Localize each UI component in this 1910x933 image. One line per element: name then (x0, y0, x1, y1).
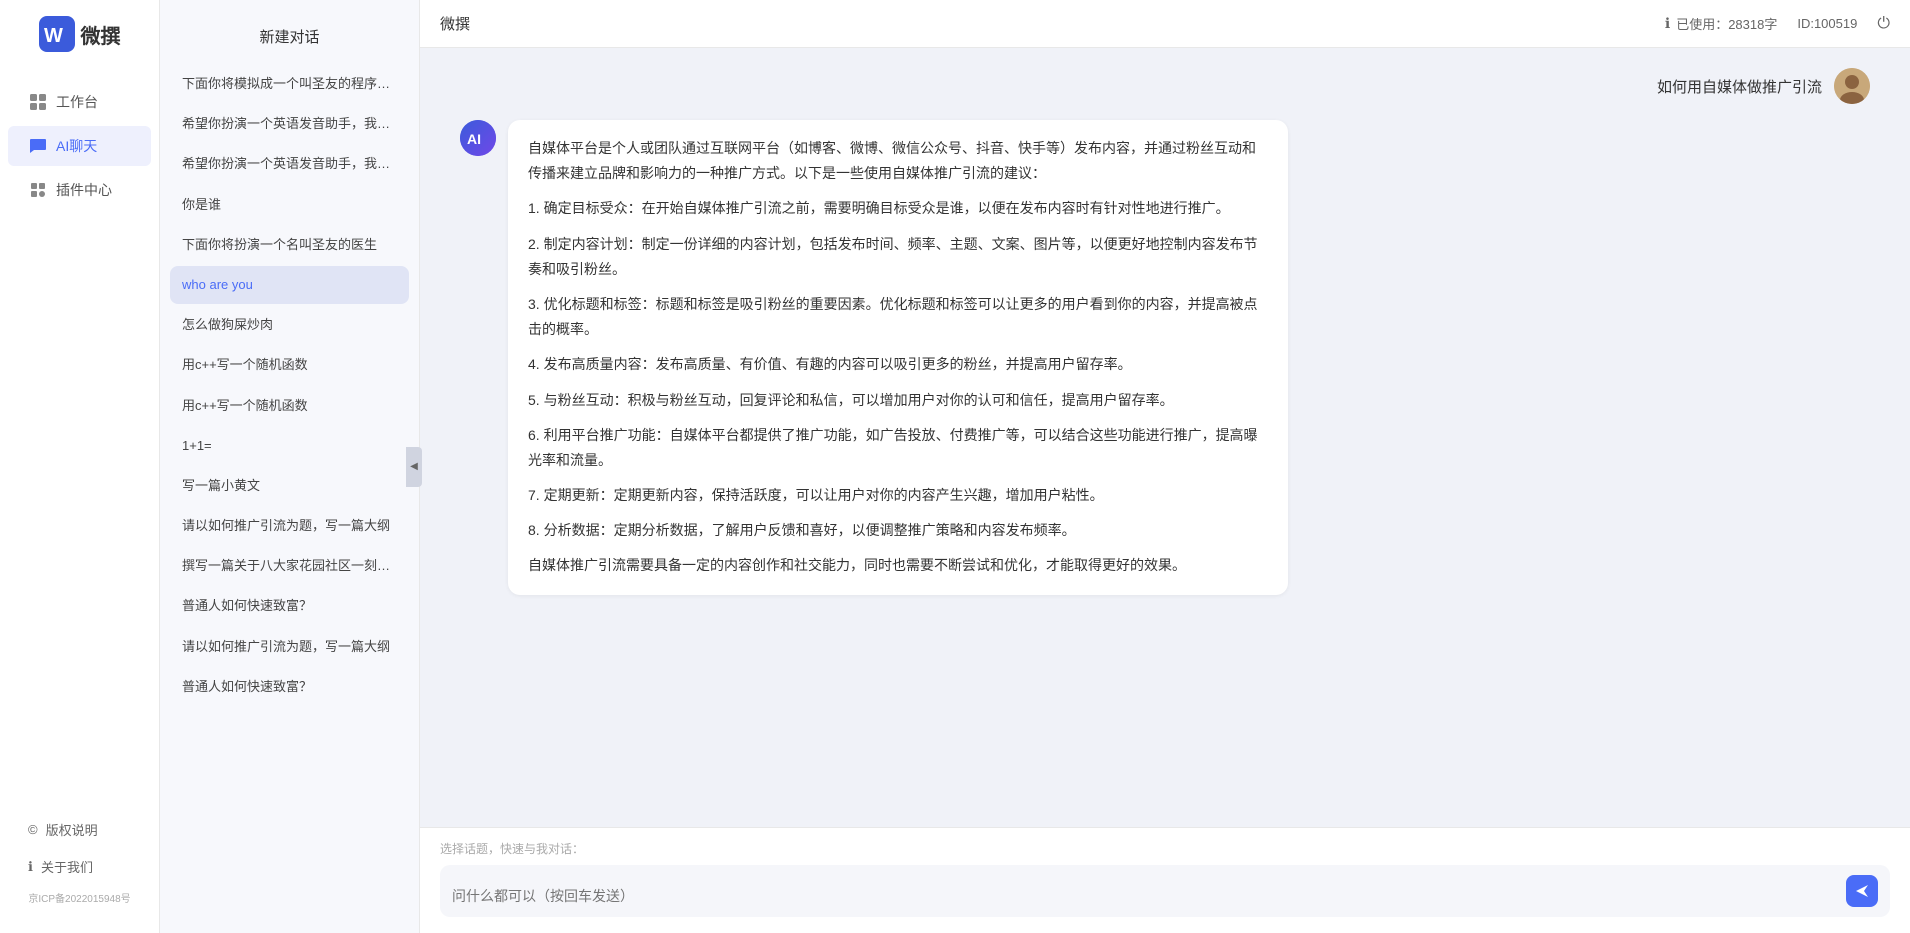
main-area: 微撰 ℹ 已使用：28318字 ID:100519 ⏻ 如何用自媒体做推广引流 (420, 0, 1910, 933)
ai-para-1: 1. 确定目标受众：在开始自媒体推广引流之前，需要明确目标受众是谁，以便在发布内… (528, 196, 1268, 221)
sidebar: W 微撰 工作台 AI聊天 (0, 0, 160, 933)
top-bar: 微撰 ℹ 已使用：28318字 ID:100519 ⏻ (420, 0, 1910, 48)
history-item[interactable]: 你是谁 (170, 186, 409, 224)
history-item[interactable]: 撰写一篇关于八大家花园社区一刻钟便民生... (170, 547, 409, 585)
topbar-right: ℹ 已使用：28318字 ID:100519 ⏻ (1665, 14, 1890, 33)
svg-text:AI: AI (467, 131, 481, 147)
ai-avatar: AI (460, 120, 496, 156)
user-id-label: ID:100519 (1797, 16, 1857, 31)
sidebar-bottom: © 版权说明 ℹ 关于我们 京ICP备2022015948号 (0, 812, 159, 917)
collapse-panel-button[interactable]: ◀ (406, 447, 422, 487)
ai-para-0: 自媒体平台是个人或团队通过互联网平台（如博客、微博、微信公众号、抖音、快手等）发… (528, 136, 1268, 186)
usage-icon: ℹ (1665, 15, 1670, 32)
icp-text: 京ICP备2022015948号 (0, 886, 159, 909)
copyright-label: 版权说明 (46, 820, 98, 839)
history-item[interactable]: 普通人如何快速致富？ (170, 668, 409, 706)
ai-para-8: 8. 分析数据：定期分析数据，了解用户反馈和喜好，以便调整推广策略和内容发布频率… (528, 518, 1268, 543)
copyright-icon: © (28, 822, 38, 837)
sidebar-item-about[interactable]: ℹ 关于我们 (8, 849, 151, 884)
history-item[interactable]: 下面你将模拟成一个叫圣友的程序员，我说... (170, 65, 409, 103)
logout-icon[interactable]: ⏻ (1877, 15, 1890, 33)
ai-message-bubble: 自媒体平台是个人或团队通过互联网平台（如博客、微博、微信公众号、抖音、快手等）发… (508, 120, 1288, 595)
user-question-text: 如何用自媒体做推广引流 (1657, 76, 1822, 97)
sidebar-item-plugin[interactable]: 插件中心 (8, 170, 151, 210)
chat-messages: 如何用自媒体做推广引流 (420, 48, 1910, 827)
about-icon: ℹ (28, 859, 33, 875)
sidebar-item-ai-chat[interactable]: AI聊天 (8, 126, 151, 166)
user-avatar (1834, 68, 1870, 104)
send-icon (1854, 883, 1870, 899)
history-item[interactable]: 请以如何推广引流为题，写一篇大纲 (170, 507, 409, 545)
ai-para-7: 7. 定期更新：定期更新内容，保持活跃度，可以让用户对你的内容产生兴趣，增加用户… (528, 483, 1268, 508)
history-list: 下面你将模拟成一个叫圣友的程序员，我说... 希望你扮演一个英语发音助手，我提供… (160, 65, 419, 933)
ai-para-9: 自媒体推广引流需要具备一定的内容创作和社交能力，同时也需要不断尝试和优化，才能取… (528, 553, 1268, 578)
ai-para-2: 2. 制定内容计划：制定一份详细的内容计划，包括发布时间、频率、主题、文案、图片… (528, 232, 1268, 282)
new-chat-button[interactable]: 新建对话 (247, 20, 331, 53)
input-box (440, 865, 1890, 917)
logo-icon: W (39, 16, 75, 52)
history-item[interactable]: 下面你将扮演一个名叫圣友的医生 (170, 226, 409, 264)
plugin-label: 插件中心 (56, 180, 112, 200)
quick-topics-label: 选择话题，快速与我对话： (440, 840, 1890, 857)
sidebar-item-workbench[interactable]: 工作台 (8, 82, 151, 122)
ai-para-3: 3. 优化标题和标签：标题和标签是吸引粉丝的重要因素。优化标题和标签可以让更多的… (528, 292, 1268, 342)
about-label: 关于我们 (41, 857, 93, 876)
history-item[interactable]: 1+1= (170, 427, 409, 465)
svg-text:W: W (44, 25, 63, 47)
topbar-title: 微撰 (440, 13, 470, 34)
ai-para-5: 5. 与粉丝互动：积极与粉丝互动，回复评论和私信，可以增加用户对你的认可和信任，… (528, 388, 1268, 413)
history-item[interactable]: 普通人如何快速致富？ (170, 587, 409, 625)
ai-para-6: 6. 利用平台推广功能：自媒体平台都提供了推广功能，如广告投放、付费推广等，可以… (528, 423, 1268, 473)
workbench-label: 工作台 (56, 92, 98, 112)
history-item[interactable]: 请以如何推广引流为题，写一篇大纲 (170, 628, 409, 666)
usage-info: ℹ 已使用：28318字 (1665, 14, 1777, 33)
user-message-row: 如何用自媒体做推广引流 (460, 68, 1870, 104)
input-area: 选择话题，快速与我对话： (420, 827, 1910, 933)
usage-label: 已使用：28318字 (1676, 14, 1777, 33)
user-question: 如何用自媒体做推广引流 (1657, 68, 1870, 104)
app-title: 微撰 (81, 20, 121, 49)
history-item[interactable]: 希望你扮演一个英语发音助手，我提供给你... (170, 145, 409, 183)
ai-chat-icon (28, 136, 48, 156)
workbench-icon (28, 92, 48, 112)
nav-items: 工作台 AI聊天 插件中心 (0, 82, 159, 812)
plugin-icon (28, 180, 48, 200)
history-item[interactable]: 用c++写一个随机函数 (170, 387, 409, 425)
history-item[interactable]: 用c++写一个随机函数 (170, 346, 409, 384)
send-button[interactable] (1846, 875, 1878, 907)
history-item[interactable]: 希望你扮演一个英语发音助手，我提供给你... (170, 105, 409, 143)
history-item-active[interactable]: who are you (170, 266, 409, 304)
chat-input[interactable] (452, 886, 1838, 907)
logo-area: W 微撰 (29, 16, 131, 52)
ai-message-row: AI 自媒体平台是个人或团队通过互联网平台（如博客、微博、微信公众号、抖音、快手… (460, 120, 1870, 595)
history-item[interactable]: 怎么做狗屎炒肉 (170, 306, 409, 344)
sidebar-item-copyright[interactable]: © 版权说明 (8, 812, 151, 847)
chat-history-panel: 新建对话 下面你将模拟成一个叫圣友的程序员，我说... 希望你扮演一个英语发音助… (160, 0, 420, 933)
history-item[interactable]: 写一篇小黄文 (170, 467, 409, 505)
chat-history-header: 新建对话 (160, 0, 419, 65)
ai-chat-label: AI聊天 (56, 136, 97, 156)
ai-para-4: 4. 发布高质量内容：发布高质量、有价值、有趣的内容可以吸引更多的粉丝，并提高用… (528, 352, 1268, 377)
